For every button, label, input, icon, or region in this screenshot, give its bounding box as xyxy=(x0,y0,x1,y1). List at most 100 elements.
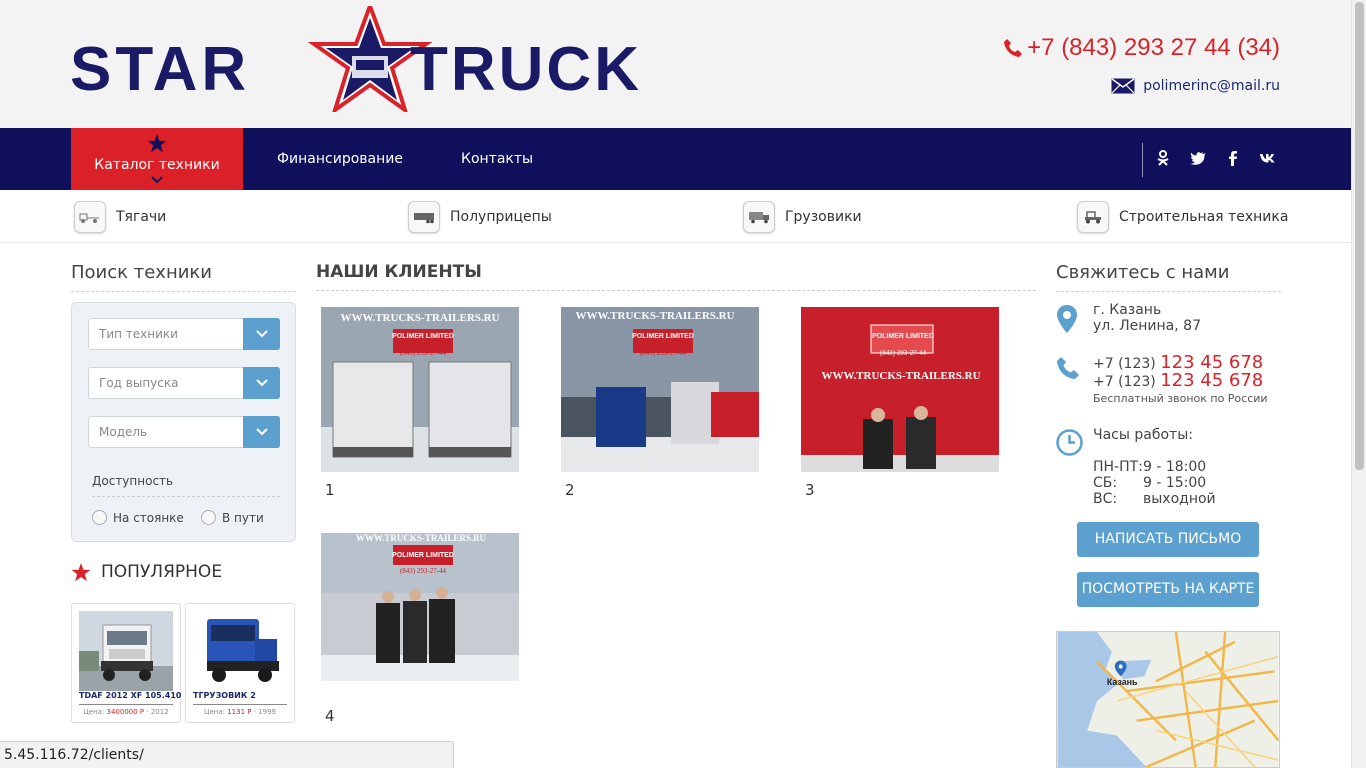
client-card-3[interactable]: POLIMER LIMITED (843) 293-27-44 WWW.TRUC… xyxy=(801,307,999,499)
chevron-down-icon xyxy=(151,176,163,184)
popular-item-name[interactable]: TDAF 2012 XF 105.410 xyxy=(79,691,181,700)
hours-title: Часы работы: xyxy=(1093,427,1193,443)
nav-financing[interactable]: Финансирование xyxy=(277,128,403,190)
nav-catalog-label: Каталог техники xyxy=(94,157,220,173)
type-select[interactable]: Тип техники xyxy=(88,318,280,350)
location-pin-icon xyxy=(1057,305,1077,333)
main-navigation: Каталог техники Финансирование Контакты xyxy=(0,128,1351,190)
popular-item-price: Цена: 3400000 Р · 2012 xyxy=(72,708,180,716)
popular-item[interactable]: TDAF 2012 XF 105.410 Цена: 3400000 Р · 2… xyxy=(71,603,181,723)
watermark-company: POLIMER LIMITED xyxy=(632,333,694,340)
header-email[interactable]: polimerinc@mail.ru xyxy=(1111,78,1280,94)
envelope-icon xyxy=(1111,78,1135,94)
header-email-address: polimerinc@mail.ru xyxy=(1143,78,1280,94)
clock-icon xyxy=(1056,429,1083,456)
site-header: STAR TRUCK +7 (843) 293 27 44 (34) polim… xyxy=(0,0,1351,128)
divider xyxy=(79,704,173,705)
watermark-phone: (843) 293-27-44 xyxy=(400,567,447,575)
contact-title: Свяжитесь с нами xyxy=(1056,262,1281,292)
year-value: · 2012 xyxy=(146,708,169,716)
client-number: 4 xyxy=(325,707,335,725)
watermark-url: WWW.TRUCKS-TRAILERS.RU xyxy=(356,533,487,543)
header-phone[interactable]: +7 (843) 293 27 44 (34) xyxy=(1003,34,1280,62)
price-value: 3400000 Р xyxy=(106,708,145,716)
truck-photo[interactable] xyxy=(193,611,287,691)
category-tractors[interactable]: Тягачи xyxy=(74,200,166,234)
category-construction[interactable]: Строительная техника xyxy=(1077,200,1288,234)
twitter-icon[interactable] xyxy=(1190,150,1206,166)
city-map[interactable]: Казань xyxy=(1056,631,1280,768)
watermark-company: POLIMER LIMITED xyxy=(392,333,454,340)
watermark-url: WWW.TRUCKS-TRAILERS.RU xyxy=(575,310,734,322)
view-map-button[interactable]: ПОСМОТРЕТЬ НА КАРТЕ xyxy=(1077,572,1259,607)
client-photo[interactable]: WWW.TRUCKS-TRAILERS.RU POLIMER LIMITED (… xyxy=(321,307,519,472)
vk-icon[interactable] xyxy=(1259,150,1275,166)
search-title: Поиск техники xyxy=(71,262,296,292)
hours-time: выходной xyxy=(1143,491,1216,507)
site-logo[interactable]: STAR TRUCK xyxy=(70,0,672,116)
phone-prefix: +7 (123) xyxy=(1093,356,1161,372)
price-value: 1131 Р xyxy=(227,708,252,716)
watermark-url: WWW.TRUCKS-TRAILERS.RU xyxy=(821,370,980,382)
odnoklassniki-icon[interactable] xyxy=(1155,150,1171,166)
hours-day: ВС: xyxy=(1093,491,1118,507)
model-select-placeholder: Модель xyxy=(99,425,148,439)
logo-text-truck: TRUCK xyxy=(410,35,642,104)
year-select-placeholder: Год выпуска xyxy=(99,376,179,390)
parked-checkbox[interactable]: На стоянке xyxy=(92,510,184,525)
availability-label: Доступность xyxy=(92,474,174,488)
scrollbar-thumb[interactable] xyxy=(1355,2,1364,470)
client-card-1[interactable]: WWW.TRUCKS-TRAILERS.RU POLIMER LIMITED (… xyxy=(321,307,519,499)
address-city: г. Казань xyxy=(1093,302,1162,318)
model-select[interactable]: Модель xyxy=(88,416,280,448)
checkbox-box[interactable] xyxy=(92,510,107,525)
client-card-2[interactable]: WWW.TRUCKS-TRAILERS.RU POLIMER LIMITED (… xyxy=(561,307,759,499)
popular-item-name[interactable]: TГРУЗОВИК 2 xyxy=(193,691,256,700)
hours-day: ПН-ПТ: xyxy=(1093,459,1143,475)
truck-photo[interactable] xyxy=(79,611,173,691)
semitrailer-icon xyxy=(408,201,440,233)
popular-item[interactable]: TГРУЗОВИК 2 Цена: 1131 Р · 1999 xyxy=(185,603,295,723)
free-call-note: Бесплатный звонок по России xyxy=(1093,392,1268,405)
popular-title-text: ПОПУЛЯРНОЕ xyxy=(101,562,223,582)
in-transit-label: В пути xyxy=(222,510,264,525)
contact-phone-2[interactable]: +7 (123) 123 45 678 xyxy=(1093,372,1263,391)
clients-title: НАШИ КЛИЕНТЫ xyxy=(316,262,1036,291)
hours-time: 9 - 18:00 xyxy=(1143,459,1207,475)
client-card-4[interactable]: WWW.TRUCKS-TRAILERS.RU POLIMER LIMITED (… xyxy=(321,533,519,725)
construction-icon xyxy=(1077,201,1109,233)
tractor-truck-icon xyxy=(74,201,106,233)
watermark-phone: (843) 293-27-44 xyxy=(640,349,687,357)
checkbox-box[interactable] xyxy=(201,510,216,525)
star-icon xyxy=(71,562,91,581)
client-photo[interactable]: POLIMER LIMITED (843) 293-27-44 WWW.TRUC… xyxy=(801,307,999,472)
facebook-icon[interactable] xyxy=(1225,150,1241,166)
chevron-down-icon[interactable] xyxy=(243,318,280,350)
client-photo[interactable]: WWW.TRUCKS-TRAILERS.RU POLIMER LIMITED (… xyxy=(321,533,519,681)
category-label: Грузовики xyxy=(785,209,862,225)
category-semitrailers[interactable]: Полуприцепы xyxy=(408,200,552,234)
address-street: ул. Ленина, 87 xyxy=(1093,318,1201,334)
chevron-down-icon[interactable] xyxy=(243,416,280,448)
client-number: 1 xyxy=(325,481,335,499)
price-label: Цена: xyxy=(83,708,105,716)
hours-time: 9 - 15:00 xyxy=(1143,475,1207,491)
write-letter-button[interactable]: НАПИСАТЬ ПИСЬМО xyxy=(1077,522,1259,557)
in-transit-checkbox[interactable]: В пути xyxy=(201,510,264,525)
search-panel: Тип техники Год выпуска Модель Доступнос… xyxy=(71,302,296,542)
client-photo[interactable]: WWW.TRUCKS-TRAILERS.RU POLIMER LIMITED (… xyxy=(561,307,759,472)
watermark-phone: (843) 293-27-44 xyxy=(400,349,447,357)
chevron-down-icon[interactable] xyxy=(243,367,280,399)
watermark-url: WWW.TRUCKS-TRAILERS.RU xyxy=(340,312,499,324)
watermark-phone: (843) 293-27-44 xyxy=(880,349,927,357)
nav-contacts[interactable]: Контакты xyxy=(461,128,533,190)
nav-catalog[interactable]: Каталог техники xyxy=(71,128,243,190)
nav-divider xyxy=(1142,143,1143,177)
category-trucks[interactable]: Грузовики xyxy=(743,200,862,234)
popular-title: ПОПУЛЯРНОЕ xyxy=(71,562,222,582)
year-select[interactable]: Год выпуска xyxy=(88,367,280,399)
hours-day: СБ: xyxy=(1093,475,1118,491)
popular-item-price: Цена: 1131 Р · 1999 xyxy=(186,708,294,716)
watermark-company: POLIMER LIMITED xyxy=(392,552,454,559)
page-scrollbar[interactable] xyxy=(1351,0,1366,768)
